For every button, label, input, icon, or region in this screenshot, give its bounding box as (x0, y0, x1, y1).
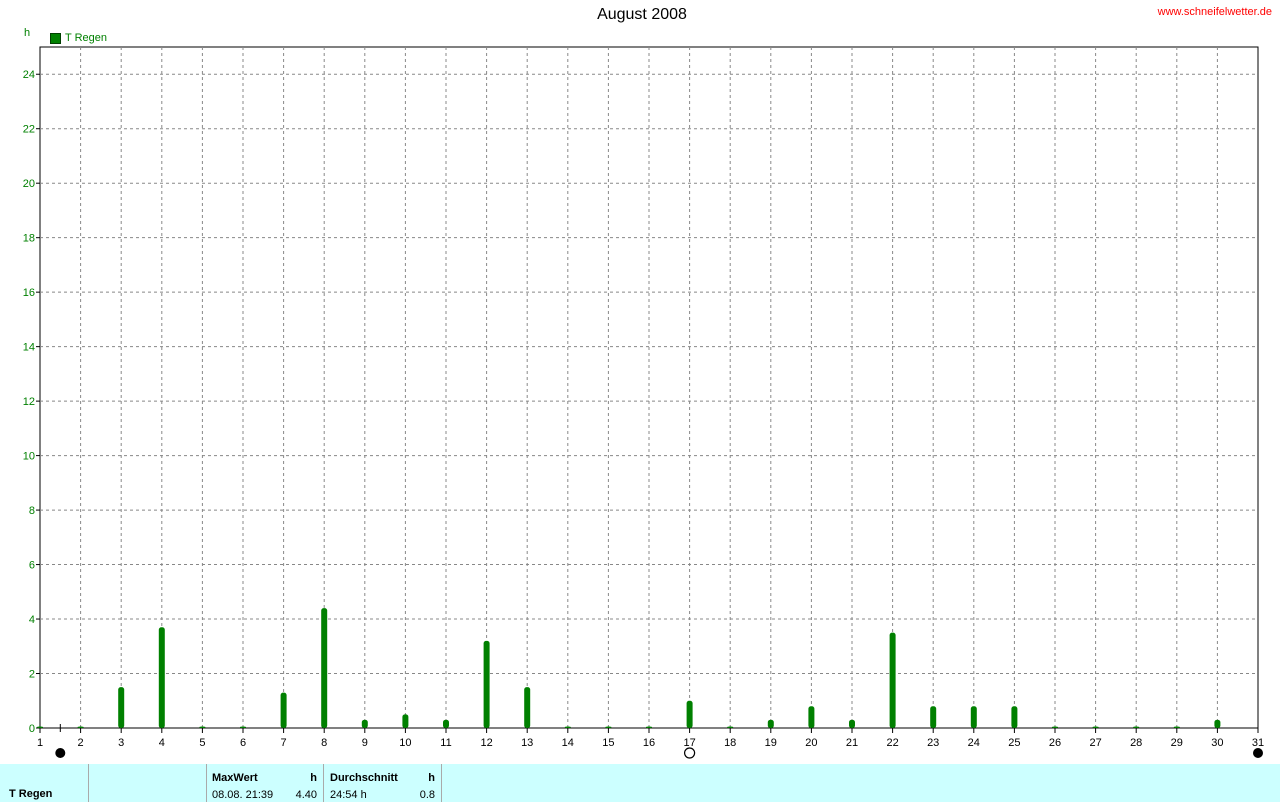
y-tick-label: 14 (23, 342, 35, 354)
footer-avg-label: Durchschnitt (330, 772, 398, 784)
bar (970, 706, 977, 728)
bar (1011, 706, 1018, 728)
x-tick-label: 9 (362, 737, 368, 749)
bar (321, 608, 328, 728)
bar (727, 726, 734, 728)
bar (361, 719, 368, 728)
x-tick-label: 30 (1211, 737, 1223, 749)
bar (930, 706, 937, 728)
footer-label-cell: T Regen (0, 764, 89, 802)
footer-empty-cell (89, 764, 207, 802)
y-tick-label: 16 (23, 287, 35, 299)
new-moon-icon (55, 748, 66, 758)
bar (646, 726, 652, 728)
footer-max-datetime: 08.08. 21:39 (212, 789, 274, 801)
x-tick-label: 26 (1049, 737, 1061, 749)
bar (402, 714, 409, 728)
x-tick-label: 21 (846, 737, 858, 749)
y-tick-label: 20 (23, 178, 35, 190)
footer-max-label: MaxWert (212, 772, 258, 784)
footer-max-unit: h (310, 772, 317, 784)
footer-max-cell: MaxWert h 08.08. 21:39 4.40 (207, 764, 324, 802)
bar (1173, 726, 1180, 728)
bar (37, 726, 43, 728)
full-moon-icon (683, 747, 696, 759)
bar (524, 687, 531, 728)
y-tick-label: 12 (23, 396, 35, 408)
x-tick-label: 15 (602, 737, 614, 749)
x-tick-label: 6 (240, 737, 246, 749)
x-tick-label: 20 (805, 737, 817, 749)
x-tick-label: 31 (1252, 737, 1264, 749)
x-tick-label: 4 (159, 737, 165, 749)
y-tick-label: 22 (23, 124, 35, 136)
bar (889, 632, 896, 728)
y-tick-label: 18 (23, 233, 35, 245)
stats-footer: T Regen MaxWert h 08.08. 21:39 4.40 Durc… (0, 764, 1280, 802)
x-tick-label: 27 (1089, 737, 1101, 749)
x-tick-label: 24 (968, 737, 980, 749)
x-tick-label: 28 (1130, 737, 1142, 749)
x-tick-label: 23 (927, 737, 939, 749)
y-tick-label: 2 (29, 669, 35, 681)
footer-max-value: 4.40 (295, 789, 317, 801)
bar (1052, 726, 1058, 728)
bar (158, 627, 165, 728)
x-tick-label: 10 (399, 737, 411, 749)
footer-avg-cell: Durchschnitt h 24:54 h 0.8 (324, 764, 442, 802)
bar (849, 719, 855, 728)
new-moon-icon (1253, 748, 1263, 758)
footer-avg-value: 0.8 (419, 789, 435, 801)
x-tick-label: 25 (1008, 737, 1020, 749)
footer-avg-unit: h (428, 772, 435, 784)
y-tick-label: 10 (23, 451, 35, 463)
bar (1133, 726, 1140, 728)
x-tick-label: 11 (440, 737, 451, 749)
bar (118, 687, 125, 728)
y-tick-label: 6 (29, 560, 35, 572)
x-tick-label: 8 (321, 737, 327, 749)
rain-duration-chart: 0246810121416182022241 2 3 4 5 6 7 8 9 10 11 12 13 14… (23, 46, 1264, 759)
x-tick-label: 16 (643, 737, 655, 749)
bar (686, 700, 693, 728)
bar (443, 719, 449, 728)
footer-row-label: T Regen (9, 788, 53, 800)
bar (199, 726, 206, 728)
footer-avg-total: 24:54 h (330, 789, 367, 801)
x-tick-label: 7 (281, 737, 287, 749)
x-tick-label: 1 (37, 737, 43, 749)
x-tick-label: 2 (78, 737, 84, 749)
bar (483, 640, 490, 728)
x-tick-label: 29 (1171, 737, 1183, 749)
bar (564, 726, 571, 728)
x-tick-label: 19 (765, 737, 777, 749)
x-tick-label: 18 (724, 737, 736, 749)
bar (605, 726, 612, 728)
x-tick-label: 22 (886, 737, 898, 749)
y-tick-label: 24 (23, 69, 35, 81)
x-tick-label: 3 (118, 737, 124, 749)
bar (240, 726, 246, 728)
y-tick-label: 0 (29, 723, 35, 735)
x-tick-label: 14 (562, 737, 574, 749)
bar (1092, 726, 1099, 728)
bar (767, 719, 774, 728)
y-tick-label: 4 (29, 614, 35, 626)
bar (1214, 719, 1221, 728)
x-tick-label: 13 (521, 737, 533, 749)
y-tick-label: 8 (29, 505, 35, 517)
bar (808, 706, 815, 728)
x-tick-label: 17 (683, 737, 695, 749)
bar (280, 692, 287, 728)
x-tick-label: 5 (199, 737, 205, 749)
x-tick-label: 12 (480, 737, 492, 749)
bar (77, 726, 84, 728)
